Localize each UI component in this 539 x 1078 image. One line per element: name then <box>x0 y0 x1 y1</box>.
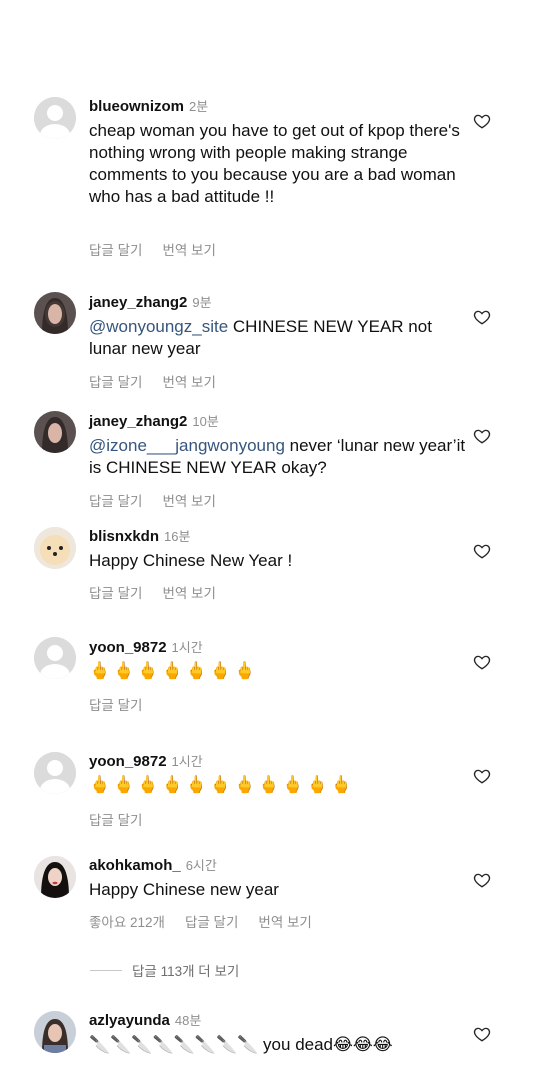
comment-actions: 답글 달기 번역 보기 <box>89 239 236 259</box>
username[interactable]: blisnxkdn <box>89 528 159 545</box>
comment-header: blueownizom 2분 <box>89 96 208 115</box>
comment-header: azlyayunda 48분 <box>89 1010 201 1029</box>
comment-text: 🖕🖕🖕🖕🖕🖕🖕 <box>89 661 259 680</box>
comment-header: janey_zhang2 9분 <box>89 292 212 311</box>
timestamp: 48분 <box>174 1013 202 1028</box>
comment-text: Happy Chinese New Year ! <box>89 551 293 570</box>
avatar[interactable] <box>34 292 76 334</box>
timestamp: 6시간 <box>185 858 217 873</box>
username[interactable]: janey_zhang2 <box>89 294 187 311</box>
avatar[interactable] <box>34 527 76 569</box>
username[interactable]: janey_zhang2 <box>89 413 187 430</box>
reply-button[interactable]: 답글 달기 <box>89 586 142 601</box>
view-more-replies-button[interactable]: 답글 113개 더 보기 <box>90 960 239 980</box>
comment-text: @izone___jangwonyoung never ‘lunar new y… <box>89 435 469 479</box>
timestamp: 16분 <box>164 529 191 544</box>
username[interactable]: yoon_9872 <box>89 639 167 656</box>
view-more-replies-label: 답글 113개 더 보기 <box>132 964 240 979</box>
translate-button[interactable]: 번역 보기 <box>162 375 215 390</box>
heart-outline-icon[interactable] <box>473 653 491 671</box>
username[interactable]: akohkamoh_ <box>89 857 181 874</box>
translate-button[interactable]: 번역 보기 <box>258 915 311 930</box>
avatar[interactable] <box>34 856 76 898</box>
timestamp: 1시간 <box>171 640 203 655</box>
reply-button[interactable]: 답글 달기 <box>89 698 142 713</box>
username[interactable]: yoon_9872 <box>89 753 167 770</box>
reply-button[interactable]: 답글 달기 <box>89 494 142 509</box>
username[interactable]: azlyayunda <box>89 1012 170 1029</box>
heart-outline-icon[interactable] <box>473 427 491 445</box>
reply-button[interactable]: 답글 달기 <box>89 375 142 390</box>
default-avatar-icon[interactable] <box>34 637 76 679</box>
reply-button[interactable]: 답글 달기 <box>89 243 142 258</box>
translate-button[interactable]: 번역 보기 <box>162 243 215 258</box>
comment-actions: 답글 달기 번역 보기 <box>89 582 236 602</box>
comment-text: 🔪🔪🔪🔪🔪🔪🔪🔪 you dead😂😂😂 <box>89 1035 393 1054</box>
heart-outline-icon[interactable] <box>473 767 491 785</box>
timestamp: 1시간 <box>171 754 203 769</box>
comment-text: @wonyoungz_site CHINESE NEW YEAR not lun… <box>89 316 469 360</box>
mention-link[interactable]: @izone___jangwonyoung <box>89 436 285 455</box>
translate-button[interactable]: 번역 보기 <box>162 586 215 601</box>
comment-text: 🖕🖕🖕🖕🖕🖕🖕🖕🖕🖕🖕 <box>89 775 355 794</box>
timestamp: 10분 <box>192 414 219 429</box>
comment-actions: 답글 달기 번역 보기 <box>89 371 236 391</box>
comment-actions: 답글 달기 번역 보기 <box>89 490 236 510</box>
heart-outline-icon[interactable] <box>473 1025 491 1043</box>
heart-outline-icon[interactable] <box>473 308 491 326</box>
timestamp: 2분 <box>189 99 209 114</box>
comment-text: Happy Chinese new year <box>89 880 279 899</box>
likes-count[interactable]: 좋아요 212개 <box>89 915 165 930</box>
translate-button[interactable]: 번역 보기 <box>162 494 215 509</box>
comment-header: yoon_9872 1시간 <box>89 751 203 770</box>
heart-outline-icon[interactable] <box>473 542 491 560</box>
comment-actions: 답글 달기 <box>89 809 162 829</box>
comment-header: yoon_9872 1시간 <box>89 637 203 656</box>
avatar[interactable] <box>34 411 76 453</box>
reply-button[interactable]: 답글 달기 <box>185 915 238 930</box>
comment-text: cheap woman you have to get out of kpop … <box>89 121 460 206</box>
heart-outline-icon[interactable] <box>473 112 491 130</box>
comment-actions: 답글 달기 <box>89 694 162 714</box>
comment-header: akohkamoh_ 6시간 <box>89 855 217 874</box>
timestamp: 9분 <box>192 295 212 310</box>
username[interactable]: blueownizom <box>89 98 184 115</box>
mention-link[interactable]: @wonyoungz_site <box>89 317 228 336</box>
comment-actions: 좋아요 212개 답글 달기 번역 보기 <box>89 911 332 931</box>
heart-outline-icon[interactable] <box>473 871 491 889</box>
default-avatar-icon[interactable] <box>34 97 76 139</box>
divider <box>90 969 122 971</box>
reply-button[interactable]: 답글 달기 <box>89 813 142 828</box>
default-avatar-icon[interactable] <box>34 752 76 794</box>
comment-header: blisnxkdn 16분 <box>89 526 190 545</box>
avatar[interactable] <box>34 1011 76 1053</box>
comment-header: janey_zhang2 10분 <box>89 411 219 430</box>
